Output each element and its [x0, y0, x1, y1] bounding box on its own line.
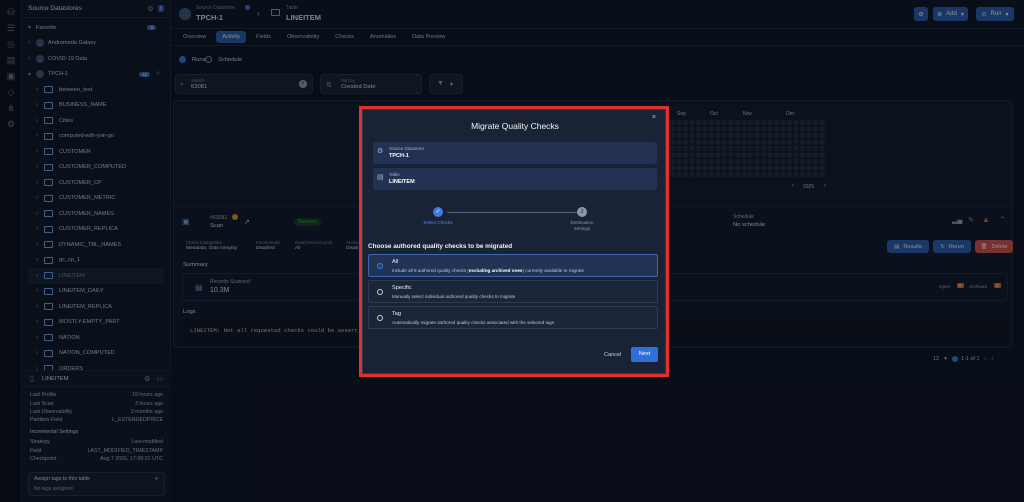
- info-value: LINEITEM: [389, 179, 415, 185]
- option-title: Specific: [392, 285, 412, 291]
- table-info: ▤ Table LINEITEM: [373, 168, 657, 190]
- info-label: Table: [389, 172, 400, 177]
- stepper-line: [447, 212, 577, 213]
- next-button[interactable]: Next: [631, 347, 658, 362]
- info-value: TPCH-1: [389, 153, 409, 159]
- option-description: Include all 6 authored quality checks (e…: [392, 268, 584, 273]
- step-1-check-icon: ✓: [433, 207, 443, 217]
- migration-question: Choose authored quality checks to be mig…: [368, 243, 513, 250]
- option-description: Automatically migrate authored quality c…: [392, 320, 555, 325]
- option-all[interactable]: All Include all 6 authored quality check…: [368, 254, 658, 277]
- option-desc-bold: excluding archived ones: [468, 268, 523, 273]
- option-description: Manually select individual authored qual…: [392, 294, 516, 299]
- option-title: Tag: [392, 311, 402, 317]
- datastore-icon: ⚙: [377, 148, 384, 155]
- option-tag[interactable]: Tag Automatically migrate authored quali…: [368, 306, 658, 329]
- option-desc-text: Include all 6 authored quality checks (: [392, 268, 469, 273]
- cancel-button[interactable]: Cancel: [604, 352, 621, 358]
- radio-tag[interactable]: [377, 315, 383, 321]
- dialog-title: Migrate Quality Checks: [471, 121, 559, 131]
- source-datastore-info: ⚙ Source Datastore TPCH-1: [373, 142, 657, 164]
- option-title: All: [392, 259, 399, 265]
- radio-all[interactable]: [377, 263, 383, 269]
- option-specific[interactable]: Specific Manually select individual auth…: [368, 280, 658, 303]
- info-label: Source Datastore: [389, 146, 425, 151]
- option-desc-text: ) currently available to migrate: [522, 268, 585, 273]
- table-icon: ▤: [377, 174, 384, 181]
- close-icon[interactable]: ×: [652, 114, 656, 121]
- migrate-checks-dialog: Migrate Quality Checks × ⚙ Source Datast…: [362, 109, 666, 374]
- step-2-label: Destination Settings: [570, 220, 594, 231]
- radio-specific[interactable]: [377, 289, 383, 295]
- step-1-label: Select Checks: [423, 220, 453, 225]
- step-2-indicator: 2: [577, 207, 587, 217]
